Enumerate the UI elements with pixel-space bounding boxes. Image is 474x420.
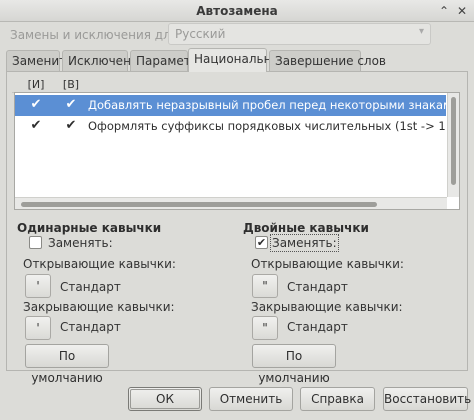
single-default-button[interactable]: По умолчанию: [25, 344, 109, 385]
single-replace-label[interactable]: Заменять:: [48, 236, 113, 250]
reset-button[interactable]: Восстановить: [383, 387, 471, 411]
double-close-label: Закрывающие кавычки:: [251, 300, 403, 314]
list-item[interactable]: ✔ ✔ Добавлять неразрывный пробел перед н…: [15, 95, 446, 116]
double-open-default: Стандарт: [287, 280, 348, 294]
double-close-default: Стандарт: [287, 320, 348, 334]
tab-exceptions[interactable]: Исключения: [62, 50, 146, 71]
tab-word-completion[interactable]: Завершение слов: [269, 50, 386, 71]
column-header-replace[interactable]: [И]: [26, 78, 46, 91]
tab-replace[interactable]: Заменить: [6, 50, 73, 71]
close-icon[interactable]: ✕: [454, 3, 470, 19]
title-bar: Автозамена ⌃ ✕: [0, 0, 474, 22]
check-icon[interactable]: ✔: [64, 119, 78, 133]
ok-button[interactable]: ОК: [128, 387, 202, 411]
single-close-default: Стандарт: [60, 320, 121, 334]
help-button[interactable]: Справка: [300, 387, 375, 411]
scrollbar-thumb[interactable]: [451, 97, 456, 185]
language-value: Русский: [175, 27, 226, 41]
single-open-default: Стандарт: [60, 280, 121, 294]
single-quotes-title: Одинарные кавычки: [17, 221, 162, 235]
single-close-label: Закрывающие кавычки:: [23, 300, 175, 314]
single-open-quote-button[interactable]: ': [25, 274, 51, 298]
list-item[interactable]: ✔ ✔ Оформлять суффиксы порядковых числит…: [15, 116, 446, 137]
chevron-down-icon: ▾: [418, 26, 424, 37]
horizontal-scrollbar[interactable]: [15, 197, 447, 209]
single-replace-checkbox[interactable]: [29, 236, 42, 249]
column-header-typing[interactable]: [В]: [61, 78, 81, 91]
maximize-icon[interactable]: ⌃: [436, 3, 452, 19]
double-open-quote-button[interactable]: ": [252, 274, 278, 298]
double-default-button[interactable]: По умолчанию: [252, 344, 336, 385]
ok-button-label: ОК: [130, 389, 200, 409]
single-close-quote-button[interactable]: ': [25, 316, 51, 340]
vertical-scrollbar[interactable]: [447, 93, 459, 197]
check-icon[interactable]: ✔: [64, 98, 78, 112]
options-list: ✔ ✔ Добавлять неразрывный пробел перед н…: [14, 92, 460, 210]
scrollbar-thumb[interactable]: [21, 202, 377, 207]
window-title: Автозамена: [196, 4, 278, 18]
list-item-label: Оформлять суффиксы порядковых числительн…: [88, 119, 446, 133]
autocorrect-dialog: Автозамена ⌃ ✕ Замены и исключения для я…: [0, 0, 474, 420]
check-icon[interactable]: ✔: [29, 98, 43, 112]
list-item-label: Добавлять неразрывный пробел перед некот…: [88, 98, 446, 112]
double-open-label: Открывающие кавычки:: [251, 257, 404, 271]
language-select[interactable]: Русский ▾: [168, 23, 431, 45]
cancel-button[interactable]: Отменить: [209, 387, 293, 411]
double-close-quote-button[interactable]: ": [252, 316, 278, 340]
tab-options[interactable]: Параметры: [130, 50, 208, 71]
double-replace-label[interactable]: Заменять:: [270, 234, 339, 252]
tab-localized[interactable]: Национальные: [188, 48, 288, 72]
check-icon[interactable]: ✔: [29, 119, 43, 133]
single-open-label: Открывающие кавычки:: [23, 257, 176, 271]
double-replace-checkbox[interactable]: ✔: [255, 236, 268, 249]
double-quotes-title: Двойные кавычки: [243, 221, 369, 235]
